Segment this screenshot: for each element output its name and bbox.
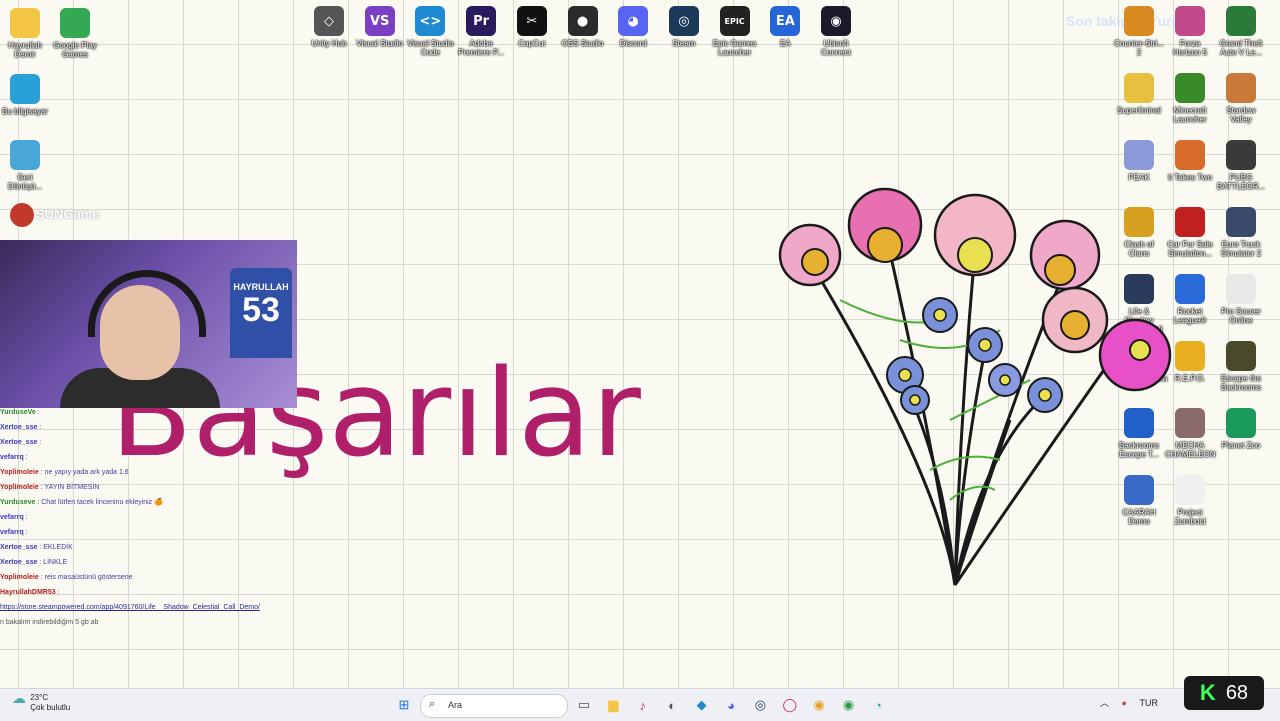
- steam-taskbar-icon[interactable]: ◎: [750, 695, 770, 715]
- chat-username[interactable]: vefarrq: [0, 514, 24, 521]
- chat-message: Yoplimoleie : ne yapıy yada ark yada 1.6: [0, 465, 330, 480]
- chat-username[interactable]: Xertoe_sse: [0, 544, 37, 551]
- chat-message: Yoplimoleie : YAYIN BİTMESİN: [0, 480, 330, 495]
- viewer-count: 68: [1225, 681, 1249, 704]
- chat-username[interactable]: YurduseVe: [0, 409, 36, 416]
- cloud-icon: ☁: [12, 690, 26, 706]
- weather-widget[interactable]: ☁ 23°C Çok bulutlu: [12, 690, 71, 713]
- chat-username[interactable]: Yoplimoleie: [0, 484, 39, 491]
- weather-temp: 23°C: [30, 693, 49, 702]
- headset: [88, 270, 206, 337]
- search-placeholder: Ara: [448, 700, 463, 710]
- webcam-feed: HAYRULLAH 53: [0, 240, 297, 408]
- chat-message: vefarrq :: [0, 450, 330, 465]
- task-view-icon[interactable]: ▭: [574, 695, 594, 715]
- vscode-taskbar-icon[interactable]: ◆: [692, 695, 712, 715]
- chat-text: : EKLEDİK: [37, 544, 73, 551]
- kick-logo-icon: K: [1199, 680, 1216, 705]
- opera-icon[interactable]: ◐: [662, 695, 682, 715]
- chat-message: Xertoe_sse :: [0, 435, 330, 450]
- chat-message: vefarrq :: [0, 510, 330, 525]
- chat-message: Yoplimoleie : reis masaüstünü göstersene: [0, 570, 330, 585]
- opera-gx-icon[interactable]: ◯: [780, 695, 800, 715]
- stream-chat: YurduseVe : Xertoe_sse : Xertoe_sse : vefar…: [0, 405, 330, 630]
- chat-username[interactable]: vefarrq: [0, 454, 24, 461]
- taskbar-search[interactable]: ⌕ Ara: [420, 694, 568, 718]
- language-indicator[interactable]: TUR: [1139, 698, 1158, 708]
- chat-link[interactable]: https://store.steampowered.com/app/40917…: [0, 600, 330, 615]
- chevron-up-icon[interactable]: ︿: [1100, 698, 1109, 708]
- chat-text: : YAYIN BİTMESİN: [38, 484, 100, 491]
- discord-taskbar-icon[interactable]: ◕: [721, 695, 741, 715]
- chat-text: :: [55, 589, 60, 596]
- chrome-2-icon[interactable]: ◉: [839, 695, 859, 715]
- weather-desc: Çok bulutlu: [30, 703, 71, 712]
- music-app-icon[interactable]: ♪: [633, 695, 653, 715]
- chat-text: : reis masaüstünü göstersene: [38, 574, 133, 581]
- chat-message: Xertoe_sse : LİNKLE: [0, 555, 330, 570]
- chat-username[interactable]: vefarrq: [0, 529, 24, 536]
- chat-text: : LİNKLE: [37, 559, 68, 566]
- edge-icon[interactable]: ◔: [868, 695, 888, 715]
- windows-start-icon[interactable]: ⊞: [394, 695, 414, 715]
- chat-username[interactable]: Xertoe_sse: [0, 424, 37, 431]
- flower-bouquet: [778, 187, 1172, 586]
- chat-message: vefarrq :: [0, 525, 330, 540]
- jersey-number: 53: [242, 291, 280, 329]
- microphone-icon[interactable]: ●: [1122, 698, 1127, 708]
- jersey: HAYRULLAH 53: [230, 268, 292, 358]
- chat-text: :: [37, 424, 42, 431]
- chat-text: :: [35, 409, 40, 416]
- chat-username[interactable]: Yoplimoleie: [0, 469, 39, 476]
- chat-message: YurduseVe :: [0, 405, 330, 420]
- search-icon: ⌕: [429, 698, 436, 710]
- taskbar: ☁ 23°C Çok bulutlu ⌕ Ara ⊞ ▭ ▆ ♪ ◐ ◆ ◕ ◎ ◯ ◉ ◉ ◔ ︿ …: [0, 688, 1280, 721]
- chat-text: : ne yapıy yada ark yada 1.6: [38, 469, 129, 476]
- chat-text: : Chat lütfen tacek linceninu ekleyiniz …: [35, 499, 163, 506]
- chat-text: :: [37, 439, 42, 446]
- file-explorer-icon[interactable]: ▆: [603, 695, 623, 715]
- kick-viewer-counter: K 68: [1184, 676, 1264, 710]
- chat-message: Xertoe_sse : EKLEDİK: [0, 540, 330, 555]
- chat-username[interactable]: HayrullahDMR53: [0, 589, 56, 596]
- chat-text: :: [23, 454, 28, 461]
- chrome-icon[interactable]: ◉: [809, 695, 829, 715]
- chat-text: :: [23, 529, 28, 536]
- chat-username[interactable]: Yoplimoleie: [0, 574, 39, 581]
- chat-username[interactable]: Yurduseve: [0, 499, 35, 506]
- chat-message: Yurduseve : Chat lütfen tacek linceninu …: [0, 495, 330, 510]
- chat-message: Xertoe_sse :: [0, 420, 330, 435]
- chat-footer: n bakalım indirebildiğim 5 gb ab: [0, 619, 99, 626]
- chat-username[interactable]: Xertoe_sse: [0, 559, 37, 566]
- chat-messages: YurduseVe : Xertoe_sse : Xertoe_sse : vefar…: [0, 405, 330, 600]
- chat-text: :: [23, 514, 28, 521]
- chat-message: HayrullahDMR53 :: [0, 585, 330, 600]
- system-tray: ︿ ● TUR: [1100, 696, 1158, 709]
- chat-username[interactable]: Xertoe_sse: [0, 439, 37, 446]
